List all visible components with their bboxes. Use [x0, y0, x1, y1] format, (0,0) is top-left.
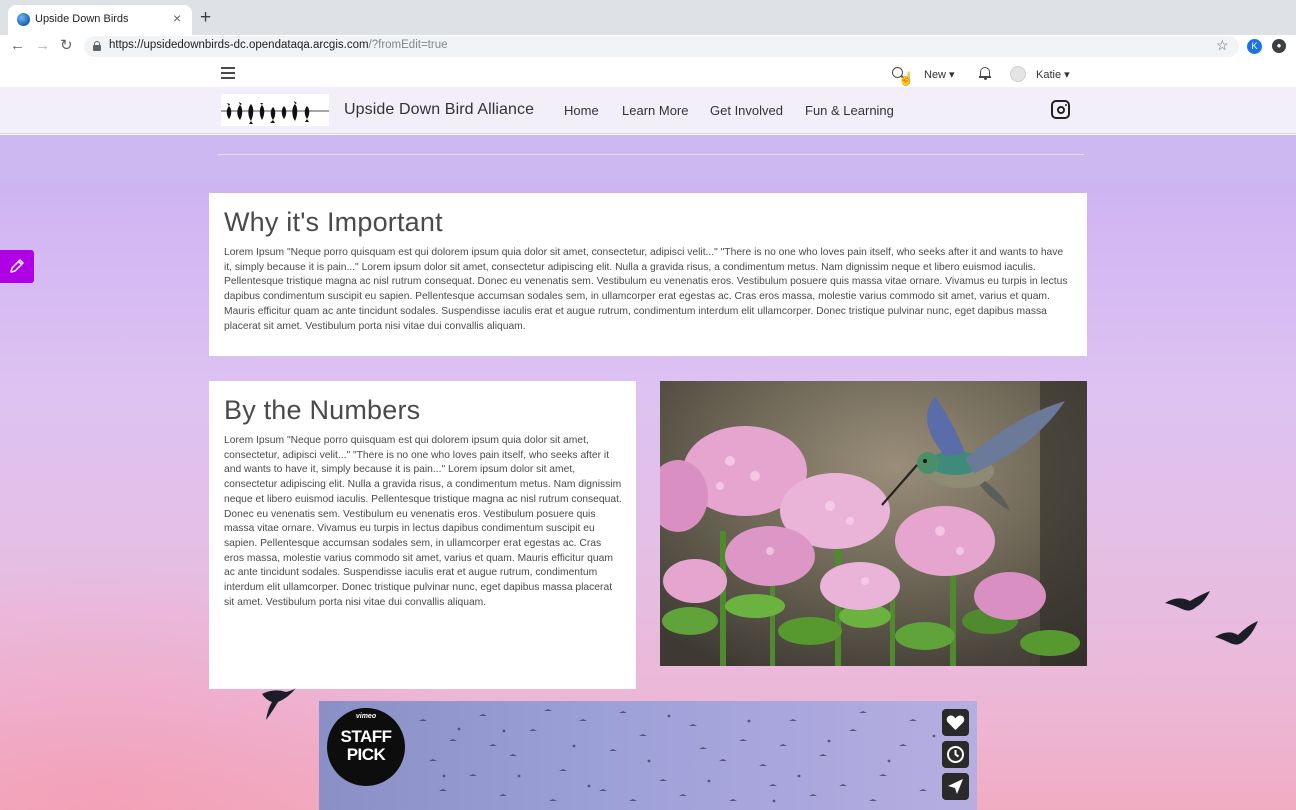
pointer-cursor-icon: ☝ [898, 71, 915, 86]
avatar[interactable] [1010, 66, 1026, 82]
reload-button[interactable]: ↻ [60, 37, 73, 55]
site-header: Upside Down Bird Alliance Home Learn Mor… [0, 87, 1296, 134]
vimeo-video-player[interactable]: vimeo STAFF PICK [319, 701, 977, 810]
hummingbird-photo [660, 381, 1087, 666]
nav-learn-more[interactable]: Learn More [622, 103, 688, 118]
url-host: https://upsidedownbirds-dc.opendataqa.ar… [109, 39, 369, 51]
section-title-why: Why it's Important [224, 207, 443, 237]
address-bar[interactable]: https://upsidedownbirds-dc.opendataqa.ar… [84, 36, 1239, 57]
badge-line-1: STAFF [340, 727, 392, 746]
browser-profile-avatar[interactable]: K [1247, 39, 1262, 54]
browser-tab-bar: Upside Down Birds × + [0, 0, 1296, 35]
flying-birds-icon [1165, 591, 1258, 645]
pencil-icon [10, 259, 24, 273]
starling-murmuration-image [419, 709, 936, 803]
badge-line-2: PICK [346, 745, 386, 764]
share-button[interactable] [942, 773, 969, 800]
site-logo[interactable] [221, 94, 329, 126]
nav-get-involved[interactable]: Get Involved [710, 103, 783, 118]
nav-fun-learning[interactable]: Fun & Learning [805, 103, 894, 118]
hamburger-icon[interactable] [221, 67, 235, 79]
bell-icon[interactable] [979, 66, 991, 80]
like-button[interactable] [942, 709, 969, 736]
send-icon [948, 779, 963, 794]
hummingbird-flowers-image [660, 381, 1087, 666]
user-menu[interactable]: Katie ▾ [1036, 68, 1070, 81]
heart-icon [946, 715, 965, 730]
badge-text: STAFF PICK [327, 728, 405, 764]
star-icon[interactable]: ☆ [1216, 37, 1229, 54]
back-button[interactable]: ← [10, 37, 25, 55]
tab-title: Upside Down Birds [35, 13, 129, 25]
watch-later-button[interactable] [942, 741, 969, 768]
tab-close-icon[interactable]: × [173, 10, 181, 26]
forward-button[interactable]: → [35, 37, 50, 55]
clock-icon [947, 746, 964, 763]
by-the-numbers-card: By the Numbers Lorem Ipsum "Neque porro … [209, 381, 636, 689]
new-dropdown[interactable]: New ▾ [924, 68, 955, 81]
section-body-why: Lorem Ipsum "Neque porro quisquam est qu… [224, 247, 1068, 332]
birds-on-wire-logo-icon [221, 101, 329, 124]
extension-icon[interactable]: ● [1272, 39, 1286, 53]
new-tab-button[interactable]: + [200, 8, 211, 28]
url-text[interactable]: https://upsidedownbirds-dc.opendataqa.ar… [109, 39, 448, 51]
browser-tab[interactable]: Upside Down Birds × [8, 5, 192, 35]
nav-home[interactable]: Home [564, 103, 599, 118]
arcgis-header: ☝ New ▾ Katie ▾ [0, 60, 1296, 87]
flying-bird-icon [262, 688, 296, 720]
section-title-numbers: By the Numbers [224, 395, 421, 425]
globe-favicon-icon [17, 13, 30, 26]
staff-pick-badge: vimeo STAFF PICK [327, 708, 405, 786]
lock-icon [93, 41, 101, 51]
edit-site-button[interactable] [0, 250, 34, 283]
site-title[interactable]: Upside Down Bird Alliance [344, 101, 534, 119]
why-important-card: Why it's Important Lorem Ipsum "Neque po… [209, 193, 1087, 356]
hero-band [0, 135, 1296, 181]
url-path: /?fromEdit=true [368, 39, 448, 51]
section-body-numbers: Lorem Ipsum "Neque porro quisquam est qu… [224, 435, 622, 608]
browser-toolbar: ← → ↻ https://upsidedownbirds-dc.opendat… [0, 35, 1296, 58]
instagram-icon[interactable] [1051, 100, 1070, 119]
divider [218, 154, 1084, 155]
badge-brand: vimeo [355, 713, 377, 720]
